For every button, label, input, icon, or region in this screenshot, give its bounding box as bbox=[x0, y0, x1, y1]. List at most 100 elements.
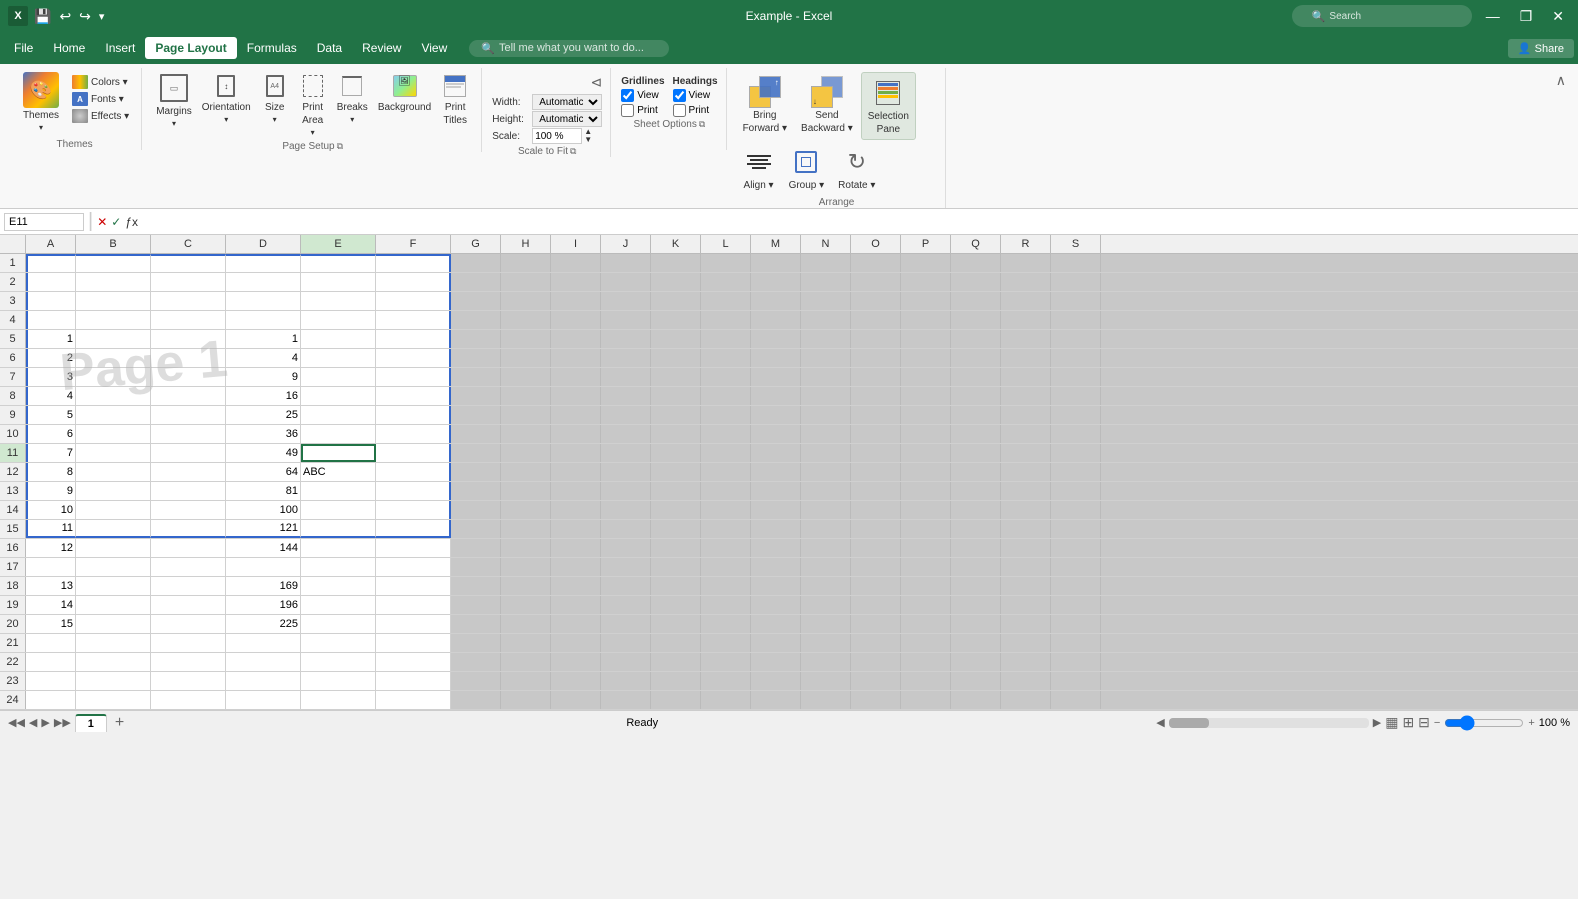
cell-C13[interactable] bbox=[151, 482, 226, 500]
cell-I18[interactable] bbox=[551, 577, 601, 595]
cell-J3[interactable] bbox=[601, 292, 651, 310]
cell-Q4[interactable] bbox=[951, 311, 1001, 329]
cell-F20[interactable] bbox=[376, 615, 451, 633]
cell-O8[interactable] bbox=[851, 387, 901, 405]
cell-B15[interactable] bbox=[76, 520, 151, 538]
cell-C5[interactable] bbox=[151, 330, 226, 348]
cell-J13[interactable] bbox=[601, 482, 651, 500]
cell-G6[interactable] bbox=[451, 349, 501, 367]
save-button[interactable]: 💾 bbox=[32, 8, 53, 25]
cell-E16[interactable] bbox=[301, 539, 376, 557]
cell-Q13[interactable] bbox=[951, 482, 1001, 500]
cell-O24[interactable] bbox=[851, 691, 901, 709]
cell-K19[interactable] bbox=[651, 596, 701, 614]
cell-L12[interactable] bbox=[701, 463, 751, 481]
cell-G1[interactable] bbox=[451, 254, 501, 272]
cell-R7[interactable] bbox=[1001, 368, 1051, 386]
cell-L2[interactable] bbox=[701, 273, 751, 291]
bring-forward-button[interactable]: ↑ Bring Forward ▾ bbox=[737, 72, 793, 140]
cell-J18[interactable] bbox=[601, 577, 651, 595]
cell-N7[interactable] bbox=[801, 368, 851, 386]
cell-G3[interactable] bbox=[451, 292, 501, 310]
cell-H3[interactable] bbox=[501, 292, 551, 310]
page-layout-view-button[interactable]: ⊞ bbox=[1402, 714, 1414, 731]
cell-M20[interactable] bbox=[751, 615, 801, 633]
cell-K16[interactable] bbox=[651, 539, 701, 557]
cell-P7[interactable] bbox=[901, 368, 951, 386]
cell-Q2[interactable] bbox=[951, 273, 1001, 291]
cell-R8[interactable] bbox=[1001, 387, 1051, 405]
cell-E21[interactable] bbox=[301, 634, 376, 652]
cell-P11[interactable] bbox=[901, 444, 951, 462]
col-header-d[interactable]: D bbox=[226, 235, 301, 253]
cell-P14[interactable] bbox=[901, 501, 951, 519]
col-header-j[interactable]: J bbox=[601, 235, 651, 253]
cell-A12[interactable]: 8 bbox=[26, 463, 76, 481]
cell-B4[interactable] bbox=[76, 311, 151, 329]
cell-C14[interactable] bbox=[151, 501, 226, 519]
close-button[interactable]: ✕ bbox=[1546, 8, 1570, 25]
cell-M22[interactable] bbox=[751, 653, 801, 671]
cell-J16[interactable] bbox=[601, 539, 651, 557]
cell-L1[interactable] bbox=[701, 254, 751, 272]
cell-O5[interactable] bbox=[851, 330, 901, 348]
cell-S21[interactable] bbox=[1051, 634, 1101, 652]
row-num-15[interactable]: 15 bbox=[0, 520, 26, 538]
cell-B7[interactable] bbox=[76, 368, 151, 386]
cell-K14[interactable] bbox=[651, 501, 701, 519]
share-button[interactable]: 👤 Share bbox=[1508, 39, 1574, 58]
col-header-o[interactable]: O bbox=[851, 235, 901, 253]
cell-N23[interactable] bbox=[801, 672, 851, 690]
cell-B24[interactable] bbox=[76, 691, 151, 709]
cell-A10[interactable]: 6 bbox=[26, 425, 76, 443]
cell-C3[interactable] bbox=[151, 292, 226, 310]
cell-A15[interactable]: 11 bbox=[26, 520, 76, 538]
cell-Q21[interactable] bbox=[951, 634, 1001, 652]
cell-B16[interactable] bbox=[76, 539, 151, 557]
cell-O1[interactable] bbox=[851, 254, 901, 272]
cell-L15[interactable] bbox=[701, 520, 751, 538]
col-header-n[interactable]: N bbox=[801, 235, 851, 253]
cell-E7[interactable] bbox=[301, 368, 376, 386]
cell-S18[interactable] bbox=[1051, 577, 1101, 595]
cell-Q19[interactable] bbox=[951, 596, 1001, 614]
cell-M13[interactable] bbox=[751, 482, 801, 500]
cell-O4[interactable] bbox=[851, 311, 901, 329]
search-bar[interactable]: 🔍 Tell me what you want to do... bbox=[469, 40, 669, 57]
cell-Q20[interactable] bbox=[951, 615, 1001, 633]
cell-I3[interactable] bbox=[551, 292, 601, 310]
cell-G15[interactable] bbox=[451, 520, 501, 538]
cell-M14[interactable] bbox=[751, 501, 801, 519]
row-num-4[interactable]: 4 bbox=[0, 311, 26, 329]
col-header-g[interactable]: G bbox=[451, 235, 501, 253]
cell-I16[interactable] bbox=[551, 539, 601, 557]
cell-D23[interactable] bbox=[226, 672, 301, 690]
cell-F19[interactable] bbox=[376, 596, 451, 614]
cell-R16[interactable] bbox=[1001, 539, 1051, 557]
cell-M9[interactable] bbox=[751, 406, 801, 424]
cell-N12[interactable] bbox=[801, 463, 851, 481]
cell-D10[interactable]: 36 bbox=[226, 425, 301, 443]
cell-O18[interactable] bbox=[851, 577, 901, 595]
cell-Q6[interactable] bbox=[951, 349, 1001, 367]
cell-S7[interactable] bbox=[1051, 368, 1101, 386]
cell-B5[interactable] bbox=[76, 330, 151, 348]
cell-B6[interactable] bbox=[76, 349, 151, 367]
cell-G14[interactable] bbox=[451, 501, 501, 519]
cell-H8[interactable] bbox=[501, 387, 551, 405]
gridlines-view-checkbox[interactable]: View bbox=[621, 89, 664, 102]
cell-H5[interactable] bbox=[501, 330, 551, 348]
row-num-7[interactable]: 7 bbox=[0, 368, 26, 386]
cell-K9[interactable] bbox=[651, 406, 701, 424]
cell-C20[interactable] bbox=[151, 615, 226, 633]
col-header-k[interactable]: K bbox=[651, 235, 701, 253]
cell-L5[interactable] bbox=[701, 330, 751, 348]
cell-G18[interactable] bbox=[451, 577, 501, 595]
cell-O7[interactable] bbox=[851, 368, 901, 386]
cell-D4[interactable] bbox=[226, 311, 301, 329]
cell-O6[interactable] bbox=[851, 349, 901, 367]
cell-J4[interactable] bbox=[601, 311, 651, 329]
cell-J15[interactable] bbox=[601, 520, 651, 538]
cell-R17[interactable] bbox=[1001, 558, 1051, 576]
cell-F23[interactable] bbox=[376, 672, 451, 690]
